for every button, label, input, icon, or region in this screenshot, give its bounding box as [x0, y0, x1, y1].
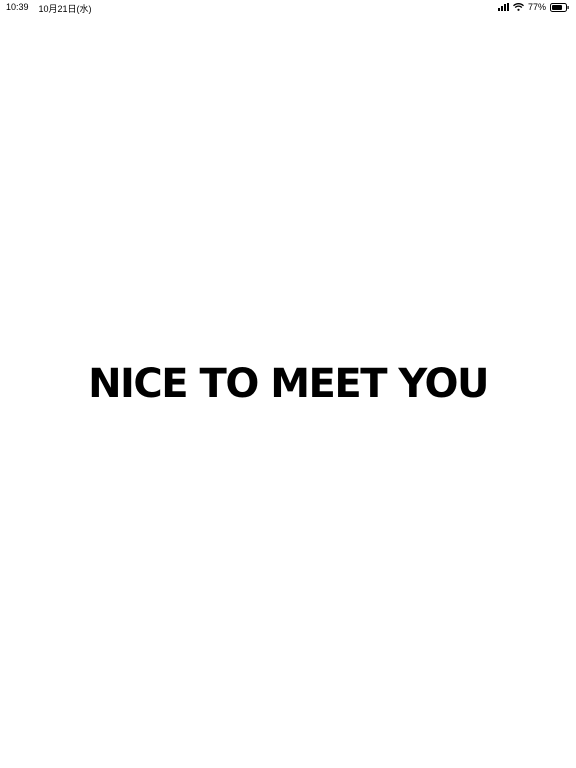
status-bar: 10:39 10月21日(水) 77% [0, 0, 576, 16]
status-date: 10月21日(水) [38, 4, 92, 14]
status-time: 10:39 [6, 2, 29, 12]
signal-icon [497, 3, 509, 11]
status-left: 10:39 10月21日(水) [6, 2, 92, 15]
battery-percent: 77% [527, 2, 546, 12]
status-right: 77% [497, 2, 569, 12]
wifi-icon [513, 3, 524, 11]
greeting-text: NICE TO MEET YOU [88, 361, 489, 407]
battery-icon [550, 2, 569, 12]
